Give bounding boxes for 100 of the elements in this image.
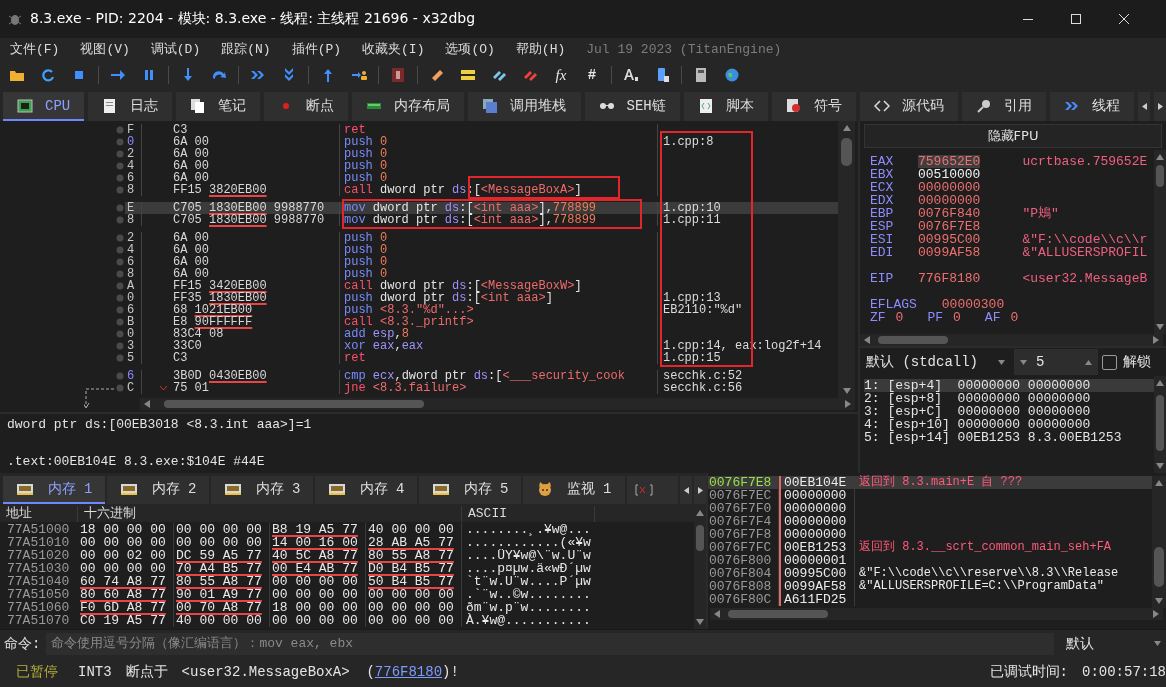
- menu-item[interactable]: 插件(P): [291, 40, 342, 58]
- font-size-icon[interactable]: [623, 67, 639, 83]
- tab[interactable]: 监视 1: [523, 476, 625, 504]
- scrollbar-thumb[interactable]: [695, 525, 705, 551]
- register-value[interactable]: 00000000: [918, 181, 981, 194]
- register-value[interactable]: 00000300: [941, 298, 1005, 311]
- tab[interactable]: CPU: [3, 92, 85, 121]
- address-link[interactable]: 776F8180: [374, 664, 443, 680]
- tab[interactable]: 内存 1: [3, 476, 105, 504]
- breakpoint-dot-icon[interactable]: [116, 306, 124, 314]
- unlock-checkbox[interactable]: [1102, 354, 1117, 370]
- scroll-left-icon[interactable]: [681, 485, 691, 495]
- breakpoint-dot-icon[interactable]: [116, 372, 124, 380]
- scroll-right-icon[interactable]: [1155, 102, 1165, 111]
- scroll-left-icon[interactable]: [863, 336, 871, 344]
- run-arrow-icon[interactable]: [110, 67, 126, 83]
- register-value[interactable]: 776F8180: [918, 272, 981, 285]
- scroll-up-icon[interactable]: [1155, 479, 1163, 487]
- tab[interactable]: 内存 4: [315, 476, 417, 504]
- breakpoint-dot-icon[interactable]: [116, 282, 124, 290]
- scroll-right-icon[interactable]: [1152, 336, 1160, 344]
- scroll-down-icon[interactable]: [1156, 462, 1164, 470]
- menu-item[interactable]: 调试(D): [150, 40, 201, 58]
- tab[interactable]: 调用堆栈: [468, 92, 581, 121]
- caret-down-icon[interactable]: [1153, 639, 1162, 648]
- tab[interactable]: 源代码: [859, 92, 958, 121]
- breakpoint-dot-icon[interactable]: [116, 342, 124, 350]
- breakpoint-dot-icon[interactable]: [116, 204, 124, 212]
- breakpoint-dot-icon[interactable]: [116, 150, 124, 158]
- breakpoint-dot-icon[interactable]: [116, 174, 124, 182]
- scrollbar-thumb[interactable]: [164, 400, 424, 408]
- argument-row[interactable]: 1: [esp+4] 00000000 00000000: [864, 379, 1154, 392]
- hash-button[interactable]: #: [580, 63, 604, 87]
- register-value[interactable]: 0099AF58: [918, 246, 981, 259]
- tab[interactable]: 脚本: [683, 92, 768, 121]
- maximize-icon[interactable]: [1070, 13, 1082, 25]
- globe-icon[interactable]: [724, 67, 740, 83]
- tab[interactable]: SEH链: [584, 92, 680, 121]
- argument-count-spinbox[interactable]: 5: [1014, 349, 1098, 375]
- breakpoint-dot-icon[interactable]: [116, 384, 124, 392]
- scroll-left-icon[interactable]: [1139, 102, 1149, 111]
- breakpoint-dot-icon[interactable]: [116, 216, 124, 224]
- breakpoint-dot-icon[interactable]: [116, 330, 124, 338]
- argument-row[interactable]: 3: [esp+C] 00000000 00000000: [864, 405, 1154, 418]
- calling-convention-dropdown[interactable]: 默认 (stdcall): [864, 350, 1010, 374]
- tab[interactable]: 内存 5: [419, 476, 521, 504]
- argument-row[interactable]: 4: [esp+10] 00000000 00000000: [864, 418, 1154, 431]
- scroll-down-icon[interactable]: [696, 618, 704, 626]
- horizontal-scrollbar[interactable]: [860, 334, 1163, 346]
- breakpoint-dot-icon[interactable]: [116, 186, 124, 194]
- scroll-down-icon[interactable]: [1156, 323, 1164, 331]
- tab[interactable]: 笔记: [176, 92, 261, 121]
- vertical-scrollbar[interactable]: [838, 121, 855, 398]
- scrollbar-thumb[interactable]: [878, 336, 948, 344]
- flag-value[interactable]: 0: [1010, 311, 1019, 324]
- tab[interactable]: 内存 3: [211, 476, 313, 504]
- toggle-fpu-button[interactable]: 隐藏FPU: [864, 124, 1162, 148]
- register-value[interactable]: 00510000: [918, 168, 981, 181]
- restart-icon[interactable]: [40, 67, 56, 83]
- scroll-right-icon[interactable]: [844, 400, 852, 408]
- register-value[interactable]: 00995C00: [918, 233, 981, 246]
- menu-item[interactable]: 收藏夹(I): [362, 40, 425, 58]
- breakpoint-dot-icon[interactable]: [116, 234, 124, 242]
- calculator-icon[interactable]: [693, 67, 709, 83]
- scrollbar-thumb[interactable]: [1154, 547, 1164, 587]
- tab[interactable]: 引用: [961, 92, 1046, 121]
- command-mode-dropdown[interactable]: 默认: [1060, 632, 1166, 655]
- tab[interactable]: 日志: [88, 92, 173, 121]
- menu-item[interactable]: 跟踪(N): [221, 40, 271, 58]
- caret-down-icon[interactable]: [1019, 357, 1028, 367]
- tab[interactable]: 内存 2: [107, 476, 209, 504]
- register-value[interactable]: 759652E0: [918, 155, 981, 168]
- menu-item[interactable]: 视图(V): [80, 40, 130, 58]
- scroll-down-icon[interactable]: [842, 387, 851, 395]
- comment-icon[interactable]: [460, 67, 476, 83]
- scrollbar-thumb[interactable]: [1155, 165, 1165, 187]
- breakpoint-dot-icon[interactable]: [116, 162, 124, 170]
- argument-row[interactable]: 5: [esp+14] 00EB1253 8.3.00EB1253: [864, 431, 1154, 444]
- argument-row[interactable]: 2: [esp+8] 00000000 00000000: [864, 392, 1154, 405]
- vertical-scrollbar[interactable]: [1154, 376, 1166, 473]
- scrollbar-thumb[interactable]: [1155, 395, 1165, 451]
- tab[interactable]: 线程: [1049, 92, 1134, 121]
- caret-up-icon[interactable]: [1084, 357, 1093, 367]
- register-value[interactable]: 00000000: [918, 194, 981, 207]
- function-button[interactable]: fx: [549, 63, 573, 87]
- scroll-left-icon[interactable]: [143, 400, 151, 408]
- tab[interactable]: 符号: [771, 92, 856, 121]
- scroll-right-icon[interactable]: [695, 485, 705, 495]
- scroll-right-icon[interactable]: [1152, 610, 1160, 618]
- vertical-scrollbar[interactable]: [1152, 476, 1166, 608]
- tab[interactable]: 内存布局: [352, 92, 465, 121]
- scroll-up-icon[interactable]: [1156, 379, 1164, 387]
- scrollbar-thumb[interactable]: [728, 610, 828, 618]
- breakpoint-dot-icon[interactable]: [116, 270, 124, 278]
- close-icon[interactable]: [1118, 13, 1130, 25]
- breakpoint-dot-icon[interactable]: [116, 318, 124, 326]
- flag-value[interactable]: 0: [953, 311, 961, 324]
- vertical-scrollbar[interactable]: [694, 506, 706, 629]
- register-value[interactable]: 0076F840: [918, 207, 981, 220]
- horizontal-scrollbar[interactable]: [710, 608, 1163, 620]
